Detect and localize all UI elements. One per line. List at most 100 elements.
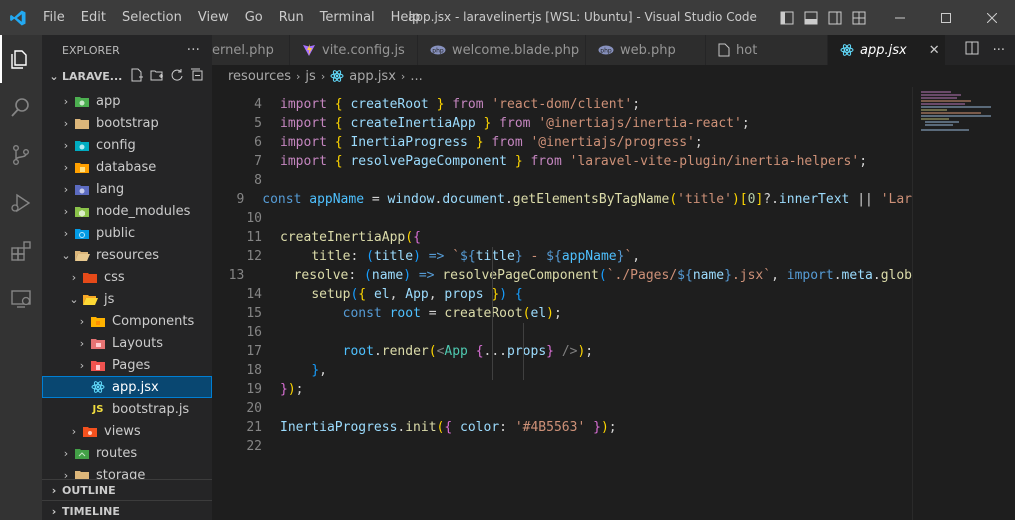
folder-pages-icon <box>90 358 106 372</box>
new-folder-icon[interactable] <box>150 68 164 85</box>
breadcrumb-item[interactable]: js <box>305 69 315 84</box>
minimap[interactable] <box>912 87 1015 520</box>
customize-layout-icon[interactable] <box>847 0 871 35</box>
code-line: 10 <box>246 211 262 226</box>
react-file-icon <box>90 380 106 394</box>
search-icon[interactable] <box>0 83 42 131</box>
menu-help[interactable]: Help <box>383 0 429 35</box>
close-window-icon[interactable] <box>969 0 1015 35</box>
chevron-right-icon: › <box>63 116 69 130</box>
tree-item-node-modules[interactable]: › node_modules <box>42 200 212 222</box>
tab-label: web.php <box>620 42 676 58</box>
code-line: 20 <box>246 401 262 416</box>
tree-item-public[interactable]: › public <box>42 222 212 244</box>
tree-item-database[interactable]: › database <box>42 156 212 178</box>
react-icon <box>330 69 344 83</box>
tree-item-label: js <box>104 291 115 307</box>
maximize-icon[interactable] <box>923 0 969 35</box>
tab-app-jsx[interactable]: app.jsx ✕ <box>828 35 946 65</box>
tab-label: ernel.php <box>212 42 274 58</box>
tree-item-app-jsx[interactable]: app.jsx <box>42 376 212 398</box>
menu-terminal[interactable]: Terminal <box>312 0 383 35</box>
tree-item-label: app <box>96 93 121 109</box>
menu-run[interactable]: Run <box>271 0 312 35</box>
tree-item-pages[interactable]: › Pages <box>42 354 212 376</box>
tree-item-views[interactable]: › views <box>42 420 212 442</box>
toggle-secondary-sidebar-icon[interactable] <box>823 0 847 35</box>
tab-hot[interactable]: hot <box>706 35 828 65</box>
menu-file[interactable]: File <box>35 0 73 35</box>
split-editor-icon[interactable] <box>965 41 979 59</box>
folder-public-icon <box>74 226 90 240</box>
tab-label: vite.config.js <box>322 42 405 58</box>
tree-item-components[interactable]: › Components <box>42 310 212 332</box>
title-bar: File Edit Selection View Go Run Terminal… <box>0 0 1015 35</box>
chevron-right-icon: › <box>63 94 69 108</box>
tree-item-label: css <box>104 269 125 285</box>
tree-item-resources[interactable]: ⌄ resources <box>42 244 212 266</box>
tree-item-label: Components <box>112 313 195 329</box>
tree-item-bootstrap-js[interactable]: JS bootstrap.js <box>42 398 212 420</box>
more-actions-icon[interactable]: ··· <box>993 43 1005 58</box>
chevron-down-icon: ⌄ <box>49 69 59 83</box>
tab-vite-config[interactable]: vite.config.js <box>290 35 418 65</box>
chevron-right-icon: › <box>51 484 57 497</box>
tree-item-label: Layouts <box>112 335 163 351</box>
new-file-icon[interactable] <box>130 68 144 85</box>
workspace-folder-header[interactable]: ⌄ LARAVE... <box>42 65 212 87</box>
minimize-icon[interactable] <box>877 0 923 35</box>
chevron-right-icon: › <box>71 270 77 284</box>
breadcrumb-item[interactable]: app.jsx <box>349 69 396 84</box>
chevron-right-icon: › <box>63 446 69 460</box>
run-debug-icon[interactable] <box>0 179 42 227</box>
tree-item-js[interactable]: ⌄ js <box>42 288 212 310</box>
toggle-sidebar-icon[interactable] <box>775 0 799 35</box>
tree-item-routes[interactable]: › routes <box>42 442 212 464</box>
svg-text:php: php <box>600 48 612 55</box>
chevron-right-icon: › <box>63 226 69 240</box>
toggle-panel-icon[interactable] <box>799 0 823 35</box>
tree-item-app[interactable]: › app <box>42 90 212 112</box>
chevron-right-icon: › <box>79 314 85 328</box>
chevron-right-icon: › <box>400 69 406 83</box>
menu-go[interactable]: Go <box>237 0 271 35</box>
chevron-right-icon: › <box>320 69 326 83</box>
breadcrumb-item[interactable]: resources <box>228 69 291 84</box>
menu-selection[interactable]: Selection <box>114 0 190 35</box>
more-actions-icon[interactable]: ··· <box>187 42 200 58</box>
tab-label: app.jsx <box>860 42 907 58</box>
source-control-icon[interactable] <box>0 131 42 179</box>
outline-section-header[interactable]: › OUTLINE <box>42 479 212 501</box>
tree-item-layouts[interactable]: › Layouts <box>42 332 212 354</box>
remote-explorer-icon[interactable] <box>0 275 42 323</box>
extensions-icon[interactable] <box>0 227 42 275</box>
refresh-icon[interactable] <box>170 68 184 85</box>
folder-lang-icon <box>74 182 90 196</box>
outline-label: OUTLINE <box>62 484 116 497</box>
code-line: 13 resolve: (name) => resolvePageCompone… <box>228 268 912 283</box>
tab-label: hot <box>736 42 758 58</box>
chevron-down-icon: ⌄ <box>69 292 79 306</box>
timeline-section-header[interactable]: › TIMELINE <box>42 500 212 520</box>
code-line: 8 <box>254 173 262 188</box>
tab-welcome-blade[interactable]: php welcome.blade.php <box>418 35 586 65</box>
explorer-icon[interactable] <box>0 35 42 83</box>
tree-item-lang[interactable]: › lang <box>42 178 212 200</box>
code-editor[interactable]: 4 import { createRoot } from 'react-dom/c… <box>212 95 912 520</box>
close-tab-icon[interactable]: ✕ <box>929 43 940 58</box>
collapse-all-icon[interactable] <box>190 68 204 85</box>
timeline-label: TIMELINE <box>62 505 120 518</box>
tab-kernel-php[interactable]: ernel.php <box>212 35 290 65</box>
tree-item-label: config <box>96 137 136 153</box>
tree-item-config[interactable]: › config <box>42 134 212 156</box>
tree-item-css[interactable]: › css <box>42 266 212 288</box>
menu-edit[interactable]: Edit <box>73 0 114 35</box>
vscode-logo-icon <box>0 0 35 35</box>
menu-view[interactable]: View <box>190 0 237 35</box>
tree-item-bootstrap[interactable]: › bootstrap <box>42 112 212 134</box>
indent-guide <box>523 323 524 380</box>
tab-web-php[interactable]: php web.php <box>586 35 706 65</box>
code-line: 16 <box>246 325 262 340</box>
folder-css-icon <box>82 270 98 284</box>
breadcrumb-item[interactable]: ... <box>410 69 422 84</box>
